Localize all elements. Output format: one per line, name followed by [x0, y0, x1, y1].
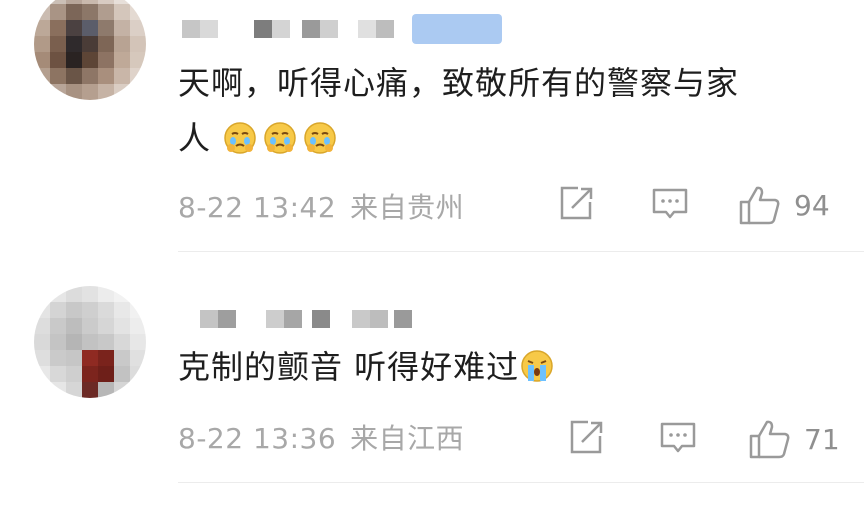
crying-face-icon — [304, 122, 336, 154]
comment-meta: 8-22 13:42 来自贵州 — [178, 186, 464, 226]
comment-location: 来自江西 — [350, 422, 465, 455]
username-blurred[interactable] — [200, 298, 412, 340]
like-button[interactable]: 94 — [738, 184, 830, 226]
thumbs-up-icon — [749, 420, 790, 459]
comment-location: 来自贵州 — [350, 191, 465, 224]
blurred-avatar-pixels — [34, 0, 146, 100]
comment-meta: 8-22 13:36 来自江西 — [178, 417, 464, 457]
like-button[interactable]: 71 — [748, 418, 840, 460]
blurred-avatar-pixels — [34, 286, 146, 398]
comment-item: 克制的颤音 听得好难过 8-22 13:36 来自江西 71 — [0, 252, 864, 511]
comment-icon — [660, 422, 696, 453]
sobbing-face-icon — [521, 350, 553, 382]
thumbs-up-icon — [739, 186, 780, 225]
like-count: 94 — [794, 188, 830, 222]
user-badge — [412, 14, 502, 44]
comment-date: 8-22 13:36 — [178, 422, 337, 455]
crying-face-icon — [264, 122, 296, 154]
share-icon — [560, 186, 593, 220]
comment-item: 天啊，听得心痛，致敬所有的警察与家 人 8-22 13:42 来自贵州 94 — [0, 0, 864, 252]
share-icon — [570, 420, 603, 454]
comment-text-line1: 克制的颤音 听得好难过 — [178, 348, 520, 386]
crying-face-icon — [224, 122, 256, 154]
reply-button[interactable] — [650, 184, 690, 224]
avatar[interactable] — [34, 0, 146, 100]
comment-text-line2: 人 — [178, 119, 212, 157]
divider — [178, 482, 864, 483]
share-button[interactable] — [556, 184, 596, 224]
comment-date: 8-22 13:42 — [178, 191, 337, 224]
like-count: 71 — [804, 422, 840, 456]
username-blurred[interactable] — [182, 8, 502, 50]
comment-icon — [652, 188, 688, 219]
reply-button[interactable] — [658, 418, 698, 458]
comment-text-line1: 天啊，听得心痛，致敬所有的警察与家 — [178, 64, 740, 102]
share-button[interactable] — [566, 418, 606, 458]
avatar[interactable] — [34, 286, 146, 398]
comment-text: 克制的颤音 听得好难过 — [178, 340, 838, 395]
comment-text: 天啊，听得心痛，致敬所有的警察与家 人 — [178, 56, 838, 166]
